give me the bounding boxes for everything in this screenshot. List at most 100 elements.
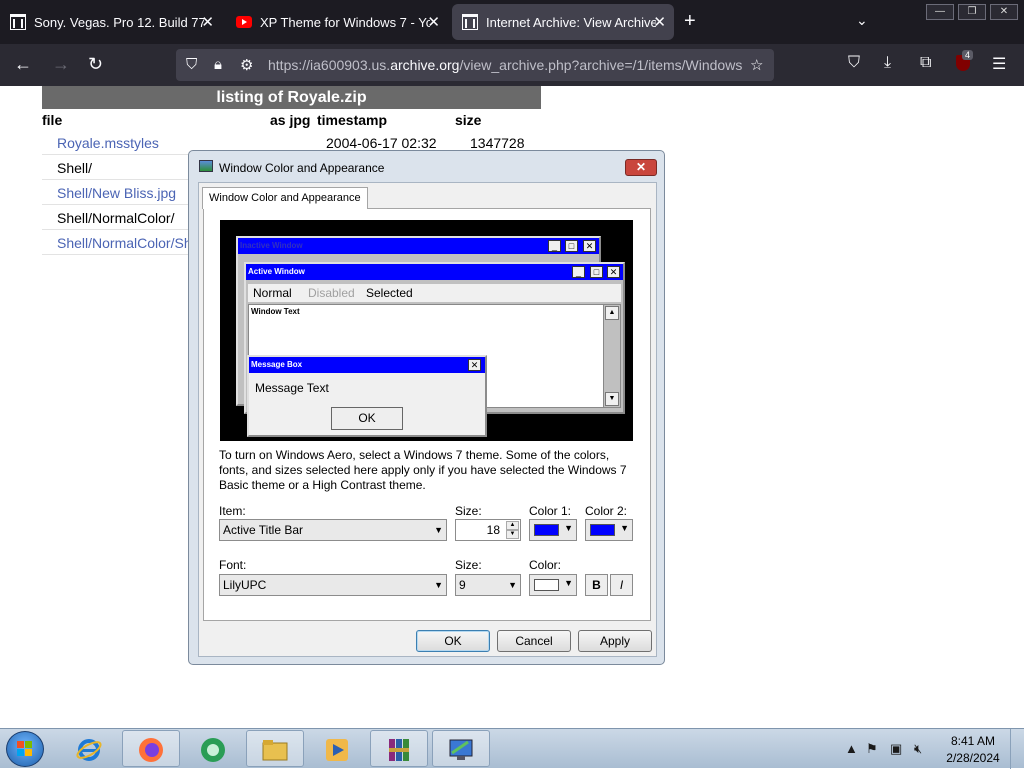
tab-strip: Sony. Vegas. Pro 12. Build 770.64 ✕ XP T… (0, 0, 1024, 44)
lock-icon[interactable]: 🔒︎ (214, 56, 222, 73)
pocket-icon[interactable]: ⛉ (848, 54, 860, 72)
taskbar-internet-explorer[interactable] (60, 730, 118, 767)
window-text: Window Text (251, 307, 300, 316)
file-name: Shell/NormalColor/ (57, 210, 175, 226)
font-select[interactable]: LilyUPC ▼ (219, 574, 447, 596)
appearance-preview[interactable]: Inactive Window _ □ ✕ Active Window _ □ … (220, 220, 633, 441)
taskbar-media-center[interactable] (184, 730, 242, 767)
close-icon: ✕ (468, 359, 481, 371)
tab-internet-archive[interactable]: Internet Archive: View Archive ✕ (452, 4, 674, 40)
color2-swatch (590, 524, 615, 536)
dropdown-arrow-icon: ▼ (620, 523, 629, 533)
menu-icon[interactable]: ☰ (992, 54, 1006, 74)
font-size-select[interactable]: 9 ▼ (455, 574, 521, 596)
file-link[interactable]: Shell/New Bliss.jpg (57, 185, 176, 201)
listing-title: listing of Royale.zip (42, 86, 541, 109)
file-link[interactable]: Royale.msstyles (57, 135, 159, 151)
tab-title: Sony. Vegas. Pro 12. Build 770.64 (34, 14, 204, 30)
back-icon[interactable]: ← (14, 54, 32, 75)
font-color-picker[interactable]: ▼ (529, 574, 577, 596)
taskbar-firefox[interactable] (122, 730, 180, 767)
action-center-flag-icon[interactable]: ⚑ (866, 741, 878, 757)
active-title-bar: Active Window (246, 264, 623, 280)
spin-down-icon[interactable]: ▼ (506, 530, 519, 539)
cancel-button[interactable]: Cancel (497, 630, 571, 652)
bookmark-star-icon[interactable]: ☆ (750, 56, 763, 74)
apply-button[interactable]: Apply (578, 630, 652, 652)
clock-time[interactable]: 8:41 AM (943, 734, 1003, 748)
color1-picker[interactable]: ▼ (529, 519, 577, 541)
window-color-dialog: Window Color and Appearance ✕ Window Col… (188, 150, 665, 665)
archive-icon (462, 14, 478, 30)
spin-up-icon[interactable]: ▲ (506, 521, 519, 530)
display-settings-icon (199, 160, 213, 172)
close-icon: ✕ (583, 240, 596, 252)
minimize-icon: _ (548, 240, 561, 252)
shield-icon[interactable]: ⛉ (186, 56, 197, 73)
aero-info-text: To turn on Windows Aero, select a Window… (219, 448, 627, 492)
font-color-label: Color: (529, 558, 562, 572)
color2-picker[interactable]: ▼ (585, 519, 633, 541)
clock-date[interactable]: 2/28/2024 (943, 751, 1003, 765)
dropdown-arrow-icon: ▼ (564, 578, 573, 588)
taskbar-media-player[interactable] (308, 730, 366, 767)
item-select[interactable]: Active Title Bar ▼ (219, 519, 447, 541)
close-tab-icon[interactable]: ✕ (653, 13, 666, 31)
minimize-button[interactable]: — (926, 4, 954, 20)
taskbar-window-color[interactable] (432, 730, 490, 767)
start-button[interactable] (6, 731, 44, 767)
maximize-icon: □ (565, 240, 578, 252)
dialog-title: Window Color and Appearance (219, 161, 385, 175)
tab-youtube[interactable]: XP Theme for Windows 7 - YouTube ✕ (226, 4, 448, 40)
reload-icon[interactable]: ↻ (88, 54, 103, 75)
taskbar-winrar[interactable] (370, 730, 428, 767)
show-desktop-button[interactable] (1010, 729, 1024, 769)
file-timestamp: 2004-06-17 02:32 (326, 135, 437, 151)
close-tab-icon[interactable]: ✕ (201, 13, 214, 31)
bold-button[interactable]: B (585, 574, 608, 596)
new-tab-button[interactable]: + (684, 10, 696, 33)
italic-button[interactable]: I (610, 574, 633, 596)
tab-window-color[interactable]: Window Color and Appearance (202, 187, 368, 209)
taskbar-windows-explorer[interactable] (246, 730, 304, 767)
extensions-icon[interactable]: ⧉ (920, 54, 931, 72)
taskbar: ▲ ⚑ ▣ 🔇︎ 8:41 AM 2/28/2024 (0, 728, 1024, 769)
url-text[interactable]: https://ia600903.us.archive.org/view_arc… (268, 57, 742, 73)
dialog-body: Window Color and Appearance Inactive Win… (198, 182, 657, 657)
close-window-button[interactable]: ✕ (990, 4, 1018, 20)
font-value: LilyUPC (223, 578, 267, 592)
file-link[interactable]: Shell/NormalColor/Sh (57, 235, 192, 251)
color1-swatch (534, 524, 559, 536)
permissions-icon[interactable]: ⚙ (240, 56, 253, 74)
youtube-icon (236, 16, 252, 28)
download-icon[interactable]: ⤓ (884, 54, 891, 72)
font-color-swatch (534, 579, 559, 591)
message-text: Message Text (255, 381, 329, 395)
url-bar[interactable]: ⛉ 🔒︎ ⚙ https://ia600903.us.archive.org/v… (176, 49, 774, 81)
scroll-down-icon: ▼ (605, 392, 619, 406)
close-tab-icon[interactable]: ✕ (427, 13, 440, 31)
menu-selected: Selected (366, 286, 413, 300)
media-center-icon (201, 738, 225, 762)
tab-panel: Inactive Window _ □ ✕ Active Window _ □ … (203, 208, 651, 621)
forward-icon[interactable]: → (52, 54, 70, 75)
tab-list-button[interactable]: ⌄ (856, 12, 868, 29)
column-header-file: file (42, 112, 63, 128)
inactive-title-bar: Inactive Window (238, 238, 599, 254)
dropdown-arrow-icon: ▼ (508, 580, 517, 590)
tab-sony-vegas[interactable]: Sony. Vegas. Pro 12. Build 770.64 ✕ (0, 4, 222, 40)
dialog-close-button[interactable]: ✕ (625, 159, 657, 176)
font-label: Font: (219, 558, 247, 572)
nav-bar: ← → ↻ ⛉ 🔒︎ ⚙ https://ia600903.us.archive… (0, 44, 1024, 86)
restore-button[interactable]: ❐ (958, 4, 986, 20)
file-size: 1347728 (470, 135, 525, 151)
close-icon: ✕ (607, 266, 620, 278)
ok-button[interactable]: OK (416, 630, 490, 652)
volume-muted-icon[interactable]: 🔇︎ (914, 741, 922, 757)
network-icon[interactable]: ▣ (890, 741, 902, 757)
preview-scrollbar: ▲ ▼ (603, 305, 620, 407)
archive-icon (10, 14, 26, 30)
show-hidden-icons-icon[interactable]: ▲ (845, 741, 858, 756)
display-settings-icon (449, 739, 473, 760)
item-size-stepper[interactable]: 18 ▲ ▼ (455, 519, 521, 541)
